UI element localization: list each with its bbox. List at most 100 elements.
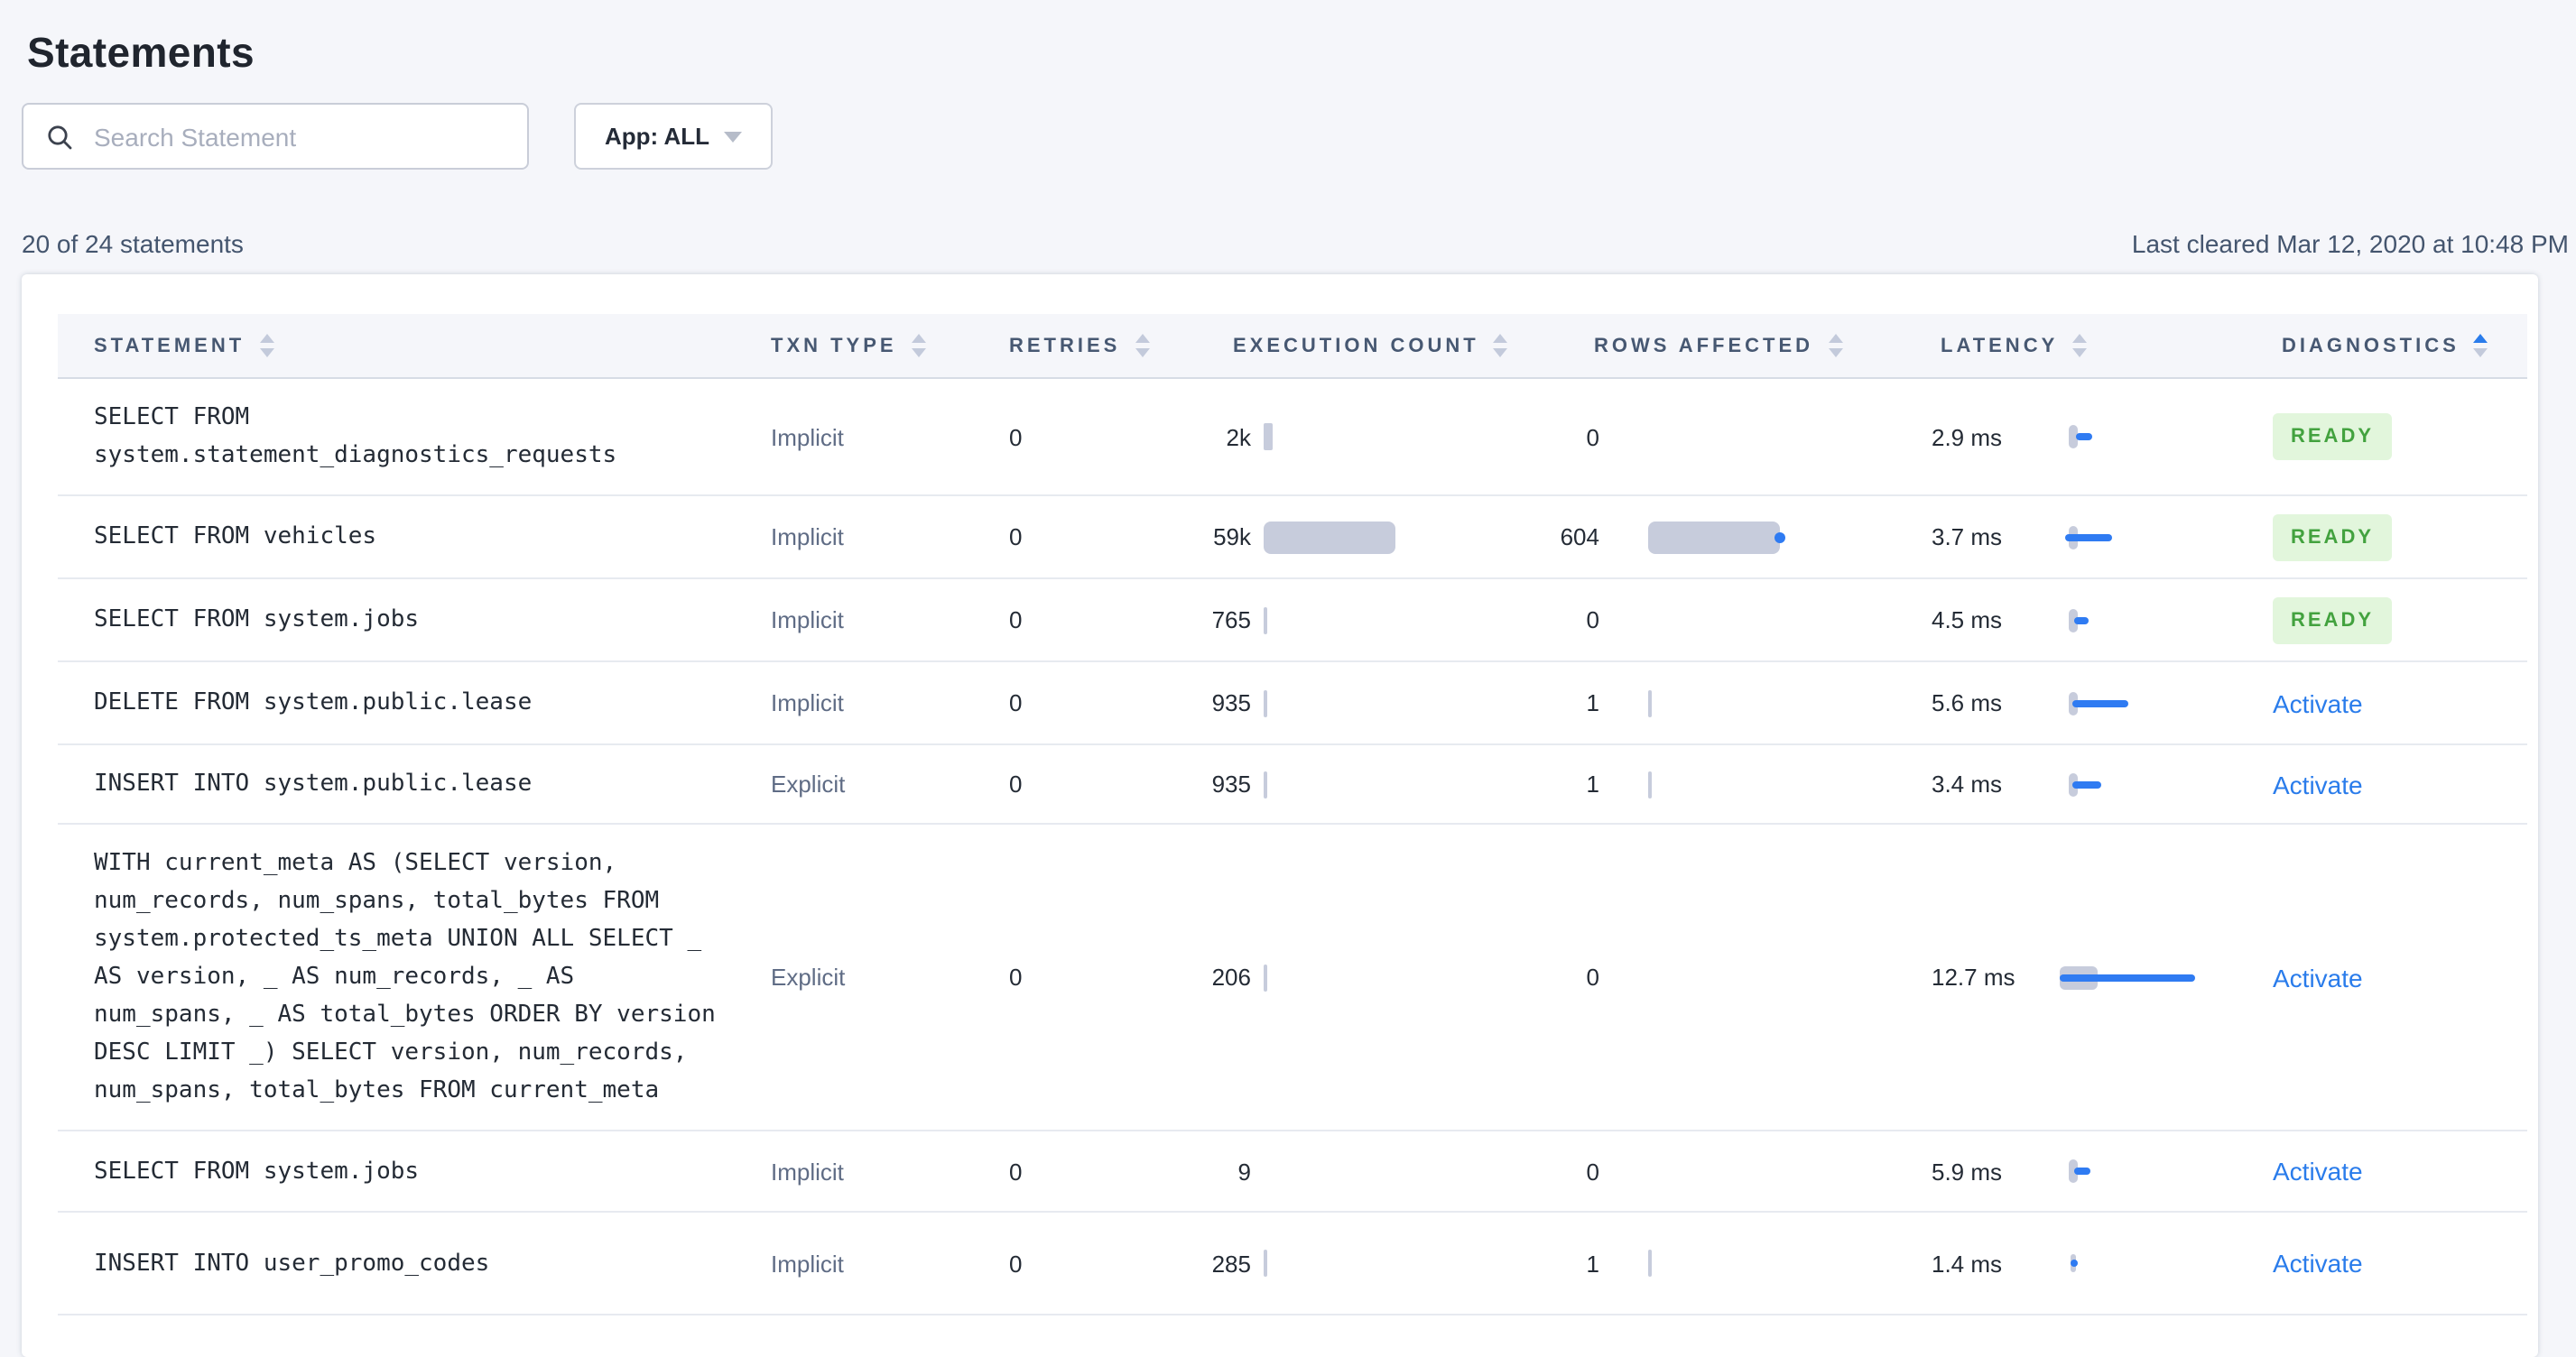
rows-affected-value: 1 <box>1586 689 1599 716</box>
rows-affected-barzone <box>1648 1155 1789 1187</box>
rows-affected-barzone <box>1648 420 1789 453</box>
execution-count-bar <box>1264 964 1267 991</box>
execution-count-bar <box>1264 1250 1267 1277</box>
sort-arrows-icon <box>2473 334 2488 357</box>
latency-value: 4.5 ms <box>1932 606 2003 633</box>
rows-affected-bar <box>1648 1250 1652 1277</box>
latency-value: 12.7 ms <box>1932 964 2015 991</box>
rows-affected-cell: 1 <box>1417 662 1796 743</box>
table-row: WITH current_meta AS (SELECT version, nu… <box>58 825 2527 1131</box>
table-row: SELECT FROM system.jobs Implicit 0 765 0… <box>58 579 2527 662</box>
activate-diagnostics-link[interactable]: Activate <box>2273 1249 2363 1278</box>
column-header-txn-type[interactable]: TXN TYPE <box>758 334 957 357</box>
retries-cell: 0 <box>1009 1158 1023 1185</box>
diagnostics-ready-badge[interactable]: READY <box>2273 413 2393 460</box>
rows-affected-value: 1 <box>1586 771 1599 798</box>
diagnostics-ready-badge[interactable]: READY <box>2273 596 2393 643</box>
statements-count: 20 of 24 statements <box>22 229 244 258</box>
rows-affected-barzone <box>1648 521 1789 553</box>
latency-barzone <box>2069 687 2249 719</box>
app-filter-label: App: ALL <box>605 123 709 150</box>
activate-diagnostics-link[interactable]: Activate <box>2273 1157 2363 1186</box>
execution-count-bar <box>1264 771 1267 798</box>
table-body: SELECT FROM system.statement_diagnostics… <box>58 379 2527 1315</box>
rows-affected-barzone <box>1648 687 1789 719</box>
table-row: INSERT INTO user_promo_codes Implicit 0 … <box>58 1213 2527 1315</box>
statements-table-card: STATEMENT TXN TYPE RETRIES EXECUTION COU… <box>22 274 2538 1357</box>
column-header-execution-count[interactable]: EXECUTION COUNT <box>1119 334 1508 357</box>
table-row: SELECT FROM system.statement_diagnostics… <box>58 379 2527 496</box>
execution-count-value: 285 <box>1211 1250 1251 1277</box>
execution-count-cell: 935 <box>1119 745 1417 823</box>
statement-link[interactable]: SELECT FROM system.statement_diagnostics… <box>94 399 722 475</box>
execution-count-bar <box>1264 521 1395 553</box>
retries-cell: 0 <box>1009 606 1023 633</box>
statement-cell: SELECT FROM vehicles <box>58 496 758 577</box>
activate-diagnostics-link[interactable]: Activate <box>2273 770 2363 799</box>
rows-affected-barzone <box>1648 768 1789 800</box>
latency-value: 5.9 ms <box>1932 1158 2003 1185</box>
rows-affected-barzone <box>1648 1247 1789 1279</box>
column-header-retries[interactable]: RETRIES <box>957 334 1150 357</box>
sort-arrows-icon <box>259 334 274 357</box>
statement-link[interactable]: SELECT FROM system.jobs <box>94 601 722 639</box>
execution-count-value: 9 <box>1237 1158 1251 1185</box>
execution-count-cell: 2k <box>1119 379 1417 494</box>
app-filter-dropdown[interactable]: App: ALL <box>574 103 773 170</box>
statement-link[interactable]: DELETE FROM system.public.lease <box>94 684 722 722</box>
execution-count-cell: 206 <box>1119 825 1417 1130</box>
latency-barzone <box>2069 1247 2249 1279</box>
latency-bar <box>2076 433 2092 440</box>
latency-cell: 4.5 ms <box>1796 579 2139 660</box>
statement-cell: DELETE FROM system.public.lease <box>58 662 758 743</box>
statement-link[interactable]: WITH current_meta AS (SELECT version, nu… <box>94 845 722 1110</box>
execution-count-barzone <box>1264 1247 1404 1279</box>
statements-table: STATEMENT TXN TYPE RETRIES EXECUTION COU… <box>58 314 2527 1315</box>
execution-count-bar <box>1264 423 1273 450</box>
execution-count-barzone <box>1264 1155 1404 1187</box>
diagnostics-ready-badge[interactable]: READY <box>2273 513 2393 560</box>
statement-link[interactable]: SELECT FROM vehicles <box>94 518 722 556</box>
execution-count-barzone <box>1264 604 1404 636</box>
rows-affected-value: 0 <box>1586 423 1599 450</box>
execution-count-barzone <box>1264 687 1404 719</box>
table-row: SELECT FROM system.jobs Implicit 0 9 0 5… <box>58 1131 2527 1213</box>
statement-cell: INSERT INTO system.public.lease <box>58 745 758 823</box>
column-header-rows-affected[interactable]: ROWS AFFECTED <box>1417 334 1843 357</box>
column-header-diagnostics[interactable]: DIAGNOSTICS <box>2139 334 2527 357</box>
latency-barzone <box>2069 420 2249 453</box>
latency-bar <box>2072 699 2128 706</box>
execution-count-cell: 9 <box>1119 1131 1417 1211</box>
latency-cell: 5.6 ms <box>1796 662 2139 743</box>
sort-arrows-icon <box>911 334 926 357</box>
rows-affected-bar <box>1648 689 1652 716</box>
latency-cell: 1.4 ms <box>1796 1213 2139 1314</box>
rows-affected-bar <box>1648 771 1652 798</box>
column-header-statement[interactable]: STATEMENT <box>58 334 758 357</box>
txn-type-cell: Explicit <box>771 771 846 798</box>
statement-cell: SELECT FROM system.jobs <box>58 1131 758 1211</box>
execution-count-value: 935 <box>1211 689 1251 716</box>
sort-arrows-icon <box>2072 334 2088 357</box>
retries-cell: 0 <box>1009 771 1023 798</box>
search-input[interactable] <box>90 120 513 152</box>
latency-bar <box>2060 974 2195 981</box>
search-icon <box>48 125 72 149</box>
execution-count-barzone <box>1264 961 1404 993</box>
column-header-latency[interactable]: LATENCY <box>1796 334 2139 357</box>
statement-link[interactable]: INSERT INTO user_promo_codes <box>94 1244 722 1282</box>
rows-affected-value: 1 <box>1586 1250 1599 1277</box>
rows-affected-cell: 0 <box>1417 1131 1796 1211</box>
txn-type-cell: Implicit <box>771 423 844 450</box>
latency-cell: 2.9 ms <box>1796 379 2139 494</box>
statement-link[interactable]: SELECT FROM system.jobs <box>94 1152 722 1190</box>
latency-bar <box>2065 533 2112 540</box>
rows-affected-value: 0 <box>1586 964 1599 991</box>
rows-affected-value: 604 <box>1560 523 1599 550</box>
statement-link[interactable]: INSERT INTO system.public.lease <box>94 765 722 803</box>
latency-value: 5.6 ms <box>1932 689 2003 716</box>
activate-diagnostics-link[interactable]: Activate <box>2273 963 2363 992</box>
latency-barzone <box>2069 768 2249 800</box>
table-row: DELETE FROM system.public.lease Implicit… <box>58 662 2527 745</box>
activate-diagnostics-link[interactable]: Activate <box>2273 688 2363 717</box>
